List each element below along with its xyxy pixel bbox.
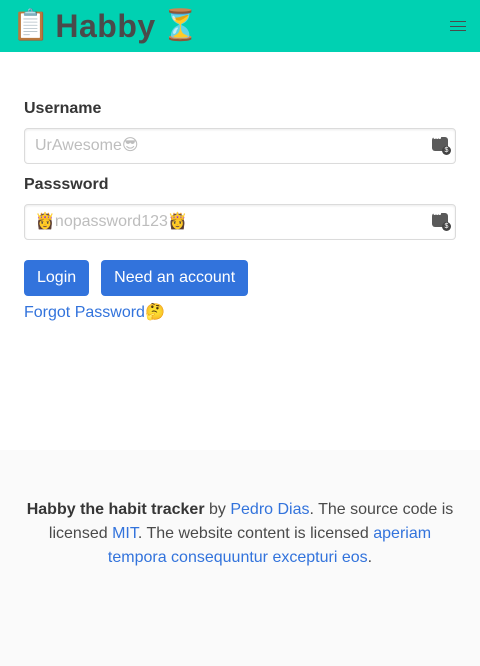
login-button[interactable]: Login [24,260,90,296]
forgot-password-link[interactable]: Forgot Password🤔 [24,302,165,322]
code-license-link[interactable]: MIT [112,525,138,542]
navbar: 📋 Habby ⏳ [0,0,480,52]
hamburger-icon[interactable] [450,21,466,31]
username-input[interactable] [24,128,456,164]
footer-by: by [204,501,231,518]
brand-link[interactable]: 📋 Habby ⏳ [12,8,199,45]
brand-title: Habby [55,7,156,44]
login-section: Username Passsword Login Need an account… [0,52,480,450]
footer-end: . [367,549,373,566]
burger-line [450,21,466,22]
password-manager-icon[interactable] [432,133,451,155]
password-label: Passsword [24,176,109,193]
clipboard-icon: 📋 [12,8,50,43]
footer-text: Habby the habit tracker by Pedro Dias . T… [24,498,456,570]
password-manager-icon[interactable] [432,209,451,231]
footer-app-name: Habby the habit tracker [26,501,205,518]
burger-line [450,25,466,27]
username-control [24,128,456,164]
password-control [24,204,456,240]
author-link[interactable]: Pedro Dias [230,501,309,518]
register-button[interactable]: Need an account [101,260,249,296]
footer: Habby the habit tracker by Pedro Dias . T… [0,450,480,666]
password-input[interactable] [24,204,456,240]
username-label: Username [24,100,102,117]
burger-line [450,30,466,31]
username-field: Username [24,100,456,164]
password-field: Passsword [24,176,456,240]
hourglass-icon: ⏳ [161,8,200,43]
footer-content-text: . The website content is licensed [137,525,374,542]
form-buttons: Login Need an account [24,260,456,296]
